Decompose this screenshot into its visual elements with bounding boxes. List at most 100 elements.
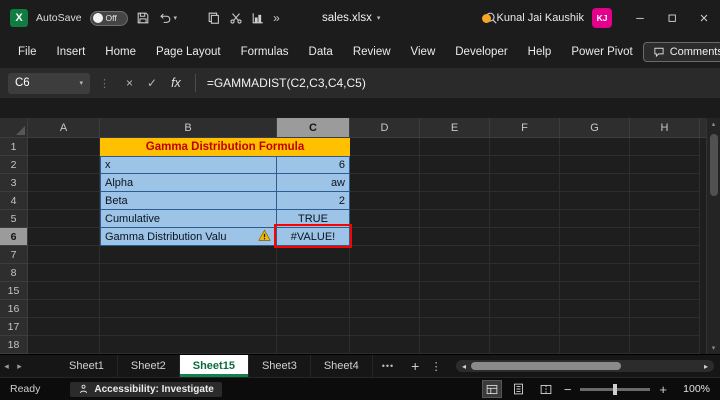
row-header[interactable]: 2 — [0, 156, 28, 174]
tab-review[interactable]: Review — [343, 46, 401, 58]
cut-scissors-icon[interactable] — [229, 11, 243, 25]
divider — [194, 74, 196, 92]
cell-b4[interactable]: Beta — [100, 192, 277, 210]
row-header[interactable]: 5 — [0, 210, 28, 228]
zoom-slider[interactable] — [580, 383, 651, 395]
page-layout-view-icon[interactable] — [510, 381, 528, 397]
autosave-toggle[interactable]: Off — [89, 10, 128, 26]
zoom-slider-thumb[interactable] — [613, 383, 618, 395]
row-header[interactable]: 17 — [0, 318, 28, 336]
vertical-scrollbar[interactable]: ▴ ▾ — [706, 118, 720, 354]
maximize-button[interactable] — [656, 0, 688, 36]
sheet-tab-sheet1[interactable]: Sheet1 — [56, 355, 118, 377]
tab-help[interactable]: Help — [518, 46, 562, 58]
horizontal-scrollbar[interactable]: ◂ ▸ — [456, 360, 714, 372]
sheet-tab-sheet2[interactable]: Sheet2 — [118, 355, 180, 377]
close-button[interactable] — [688, 0, 720, 36]
avatar[interactable]: KJ — [592, 8, 612, 28]
undo-icon[interactable]: ▾ — [158, 11, 177, 25]
tab-insert[interactable]: Insert — [47, 46, 96, 58]
cell-c3[interactable]: aw — [277, 174, 350, 192]
select-all-button[interactable] — [0, 118, 28, 138]
cell-b3[interactable]: Alpha — [100, 174, 277, 192]
comments-button[interactable]: Comments — [642, 42, 720, 62]
insert-function-button[interactable]: fx — [171, 76, 181, 90]
scroll-down-icon[interactable]: ▾ — [712, 342, 716, 354]
tab-scroll-left-icon[interactable]: ◂ — [0, 355, 13, 377]
sheet-tab-sheet3[interactable]: Sheet3 — [249, 355, 311, 377]
tab-options-icon[interactable]: ⋮ — [427, 355, 445, 377]
cell-c4[interactable]: 2 — [277, 192, 350, 210]
formula-bar: C6 ▾ ⋮ × ✓ fx =GAMMADIST(C2,C3,C4,C5) — [0, 68, 720, 98]
error-cell-highlight — [274, 224, 352, 248]
ribbon-tab-bar: File Insert Home Page Layout Formulas Da… — [0, 36, 720, 68]
row-header[interactable]: 16 — [0, 300, 28, 318]
error-warning-icon[interactable] — [258, 229, 271, 242]
name-box[interactable]: C6 ▾ — [8, 72, 90, 94]
row-header[interactable]: 4 — [0, 192, 28, 210]
scroll-left-icon[interactable]: ◂ — [459, 362, 469, 371]
scroll-right-icon[interactable]: ▸ — [701, 362, 711, 371]
tab-page-layout[interactable]: Page Layout — [146, 46, 231, 58]
scrollbar-thumb[interactable] — [471, 362, 621, 370]
cell-b5[interactable]: Cumulative — [100, 210, 277, 228]
cell-c2[interactable]: 6 — [277, 156, 350, 174]
tab-view[interactable]: View — [401, 46, 446, 58]
tab-power-pivot[interactable]: Power Pivot — [561, 46, 642, 58]
minimize-button[interactable] — [624, 0, 656, 36]
normal-view-icon[interactable] — [481, 380, 502, 398]
cell-b2[interactable]: x — [100, 156, 277, 174]
new-sheet-button[interactable]: + — [403, 355, 427, 377]
zoom-out-button[interactable]: − — [564, 382, 572, 397]
copy-icon[interactable] — [207, 11, 221, 25]
row-header[interactable]: 1 — [0, 138, 28, 156]
row-header[interactable]: 7 — [0, 246, 28, 264]
formula-text: =GAMMADIST(C2,C3,C4,C5) — [206, 76, 366, 90]
row-header-selected[interactable]: 6 — [0, 228, 28, 246]
scrollbar-thumb[interactable] — [709, 134, 718, 196]
column-header-d[interactable]: D — [350, 118, 420, 138]
chart-icon[interactable] — [251, 11, 265, 25]
tab-scroll-right-icon[interactable]: ▸ — [13, 355, 26, 377]
tab-data[interactable]: Data — [299, 46, 343, 58]
title-bar: X AutoSave Off ▾ » sales.xlsx ▾ Kunal Ja… — [0, 0, 720, 36]
zoom-in-button[interactable]: + — [659, 382, 667, 397]
scroll-up-icon[interactable]: ▴ — [712, 118, 716, 130]
cell-b6[interactable]: Gamma Distribution Valu — [100, 228, 277, 246]
sheet-tab-sheet15-active[interactable]: Sheet15 — [179, 355, 249, 377]
accessibility-label: Accessibility: Investigate — [94, 383, 214, 395]
sheet-tab-sheet4[interactable]: Sheet4 — [311, 355, 373, 377]
excel-logo-letter: X — [15, 12, 23, 24]
column-header-b[interactable]: B — [100, 118, 277, 138]
document-title[interactable]: sales.xlsx ▾ — [322, 0, 380, 36]
tab-home[interactable]: Home — [95, 46, 146, 58]
accessibility-status[interactable]: Accessibility: Investigate — [70, 381, 222, 397]
column-header-a[interactable]: A — [28, 118, 100, 138]
column-header-h[interactable]: H — [630, 118, 700, 138]
row-header[interactable]: 8 — [0, 264, 28, 282]
avatar-initials: KJ — [596, 13, 608, 23]
row-header[interactable]: 15 — [0, 282, 28, 300]
chevron-down-icon: ▾ — [376, 14, 381, 22]
row-header[interactable]: 18 — [0, 336, 28, 354]
drag-handle-icon: ⋮ — [99, 77, 110, 90]
tab-developer[interactable]: Developer — [445, 46, 517, 58]
more-commands-icon[interactable]: » — [273, 11, 280, 25]
confirm-entry-icon[interactable]: ✓ — [147, 76, 157, 90]
column-header-e[interactable]: E — [420, 118, 490, 138]
cancel-entry-icon[interactable]: × — [126, 76, 133, 90]
tab-formulas[interactable]: Formulas — [231, 46, 299, 58]
cell-b1-title[interactable]: Gamma Distribution Formula — [100, 138, 350, 156]
column-header-g[interactable]: G — [560, 118, 630, 138]
row-header[interactable]: 3 — [0, 174, 28, 192]
more-sheets-button[interactable]: ••• — [373, 355, 403, 377]
column-header-c[interactable]: C — [277, 118, 350, 138]
tab-file[interactable]: File — [8, 46, 47, 58]
excel-logo-icon[interactable]: X — [10, 9, 28, 27]
zoom-level: 100% — [683, 383, 710, 395]
formula-input[interactable]: =GAMMADIST(C2,C3,C4,C5) — [203, 76, 720, 90]
column-header-f[interactable]: F — [490, 118, 560, 138]
save-icon[interactable] — [136, 11, 150, 25]
page-break-view-icon[interactable] — [537, 381, 555, 397]
user-name[interactable]: Kunal Jai Kaushik — [497, 12, 584, 24]
